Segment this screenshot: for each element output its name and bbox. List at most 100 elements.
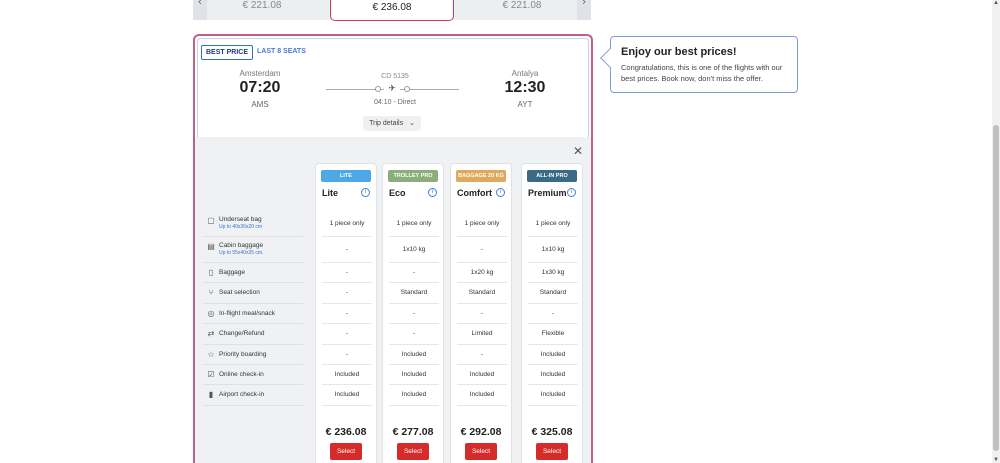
best-price-badge: BEST PRICE xyxy=(201,45,254,60)
fare-cell: - xyxy=(322,324,372,345)
fare-cell: Included xyxy=(528,345,578,365)
fare-badge: BAGGAGE 20 KG xyxy=(456,170,506,182)
fare-cells: 1 piece only -1x20 kg Standard - Limited - Inc… xyxy=(457,211,507,406)
close-icon[interactable]: ✕ xyxy=(573,144,583,158)
route-dot-start xyxy=(375,86,381,92)
popup-body: Congratulations, this is one of the flig… xyxy=(621,63,783,83)
flight-number: CD 5135 xyxy=(381,73,409,80)
fare-name: Lite xyxy=(322,188,339,198)
fare-cell: Standard xyxy=(528,283,578,304)
fare-cell: 1x10 kg xyxy=(389,237,439,263)
departure-code: AMS xyxy=(251,100,269,109)
popup-arrow xyxy=(600,48,620,68)
fare-cell: - xyxy=(322,304,372,325)
popup-title: Enjoy our best prices! xyxy=(621,46,737,58)
carousel-price-selected[interactable]: € 236.08 xyxy=(330,0,454,21)
carousel-prev-button[interactable]: ‹ xyxy=(193,0,207,20)
fare-cell: - xyxy=(322,263,372,284)
feature-label: Online check-in xyxy=(219,370,264,378)
fare-cell: Included xyxy=(389,385,439,406)
feature-row: ▤ Cabin baggage Up to 55x40x25 cm. xyxy=(203,237,303,263)
fare-column-eco[interactable]: TROLLEY PRO Eco i 1 piece only 1x10 kg - Stand… xyxy=(382,163,444,463)
fare-cell: - xyxy=(389,324,439,345)
online-checkin-icon: ☑ xyxy=(207,369,215,379)
feature-row: ▯ Baggage xyxy=(203,263,303,284)
fare-cell: 1 piece only xyxy=(457,211,507,237)
carousel-price-prev[interactable]: € 221.08 xyxy=(207,0,317,12)
info-icon[interactable]: i xyxy=(567,188,576,197)
info-icon[interactable]: i xyxy=(428,188,437,197)
feature-label: In-flight meal/snack xyxy=(219,309,275,317)
fare-cell: Flexible xyxy=(528,324,578,345)
fare-cell: 1x20 kg xyxy=(457,263,507,284)
fare-column-lite[interactable]: LITE Lite i 1 piece only - - - - - - Included Inclu… xyxy=(315,163,377,463)
fare-cell: Standard xyxy=(389,283,439,304)
feature-label: Cabin baggage xyxy=(219,242,264,249)
fare-cell: Included xyxy=(457,365,507,386)
carousel-next-button[interactable]: › xyxy=(577,0,591,20)
info-icon[interactable]: i xyxy=(361,188,370,197)
airport-checkin-icon: ▮ xyxy=(208,390,214,400)
fare-cell: Standard xyxy=(457,283,507,304)
fare-cell: 1 piece only xyxy=(389,211,439,237)
fare-price: € 292.08 xyxy=(460,426,502,438)
select-button[interactable]: Select xyxy=(397,443,429,460)
feature-label: Underseat bag xyxy=(219,216,262,223)
arrival-code: AYT xyxy=(517,100,533,109)
fare-cell: Limited xyxy=(457,324,507,345)
scroll-up-icon[interactable]: ▲ xyxy=(992,0,1000,6)
fare-cell: - xyxy=(457,304,507,325)
fare-cell: - xyxy=(389,304,439,325)
feature-row: ▢ Underseat bag Up to 40x30x20 cm xyxy=(203,211,303,237)
feature-sublabel: Up to 55x40x25 cm. xyxy=(219,250,264,256)
select-button[interactable]: Select xyxy=(465,443,497,460)
feature-label: Priority boarding xyxy=(219,350,267,358)
fare-cell: - xyxy=(322,345,372,365)
fare-badge: LITE xyxy=(321,170,371,182)
scrollbar[interactable]: ▲ ▼ xyxy=(992,0,1000,463)
scrollbar-thumb[interactable] xyxy=(993,125,999,451)
scroll-down-icon[interactable]: ▼ xyxy=(992,457,1000,463)
chevron-down-icon: ⌄ xyxy=(409,120,415,127)
feature-row: ⑂ Seat selection xyxy=(203,283,303,304)
info-icon[interactable]: i xyxy=(496,188,505,197)
fare-cell: Included xyxy=(528,385,578,406)
page: ‹ € 221.08 € 236.08 € 221.08 › BEST PRIC… xyxy=(0,0,1000,463)
fare-cells: 1 piece only - - - - - - Included Included xyxy=(322,211,372,406)
trip-details-label: Trip details xyxy=(369,120,404,127)
fare-price: € 277.08 xyxy=(392,426,434,438)
feature-row: ◎ In-flight meal/snack xyxy=(203,304,303,325)
fare-column-premium[interactable]: ALL-IN PRO Premium i 1 piece only 1x10 kg 1x3… xyxy=(521,163,583,463)
arrival-time: 12:30 xyxy=(504,79,546,96)
fare-cell: - xyxy=(457,345,507,365)
fare-cell: 1 piece only xyxy=(528,211,578,237)
fare-name: Eco xyxy=(389,188,406,198)
meal-icon: ◎ xyxy=(207,308,215,318)
fare-cell: Included xyxy=(389,345,439,365)
luggage-icon: ▯ xyxy=(208,268,214,277)
feature-row: ☑ Online check-in xyxy=(203,365,303,386)
refund-icon: ⇄ xyxy=(207,329,215,339)
seat-icon: ⑂ xyxy=(208,288,214,298)
fare-column-comfort[interactable]: BAGGAGE 20 KG Comfort i 1 piece only -1x20 k… xyxy=(450,163,512,463)
trip-details-button[interactable]: Trip details ⌄ xyxy=(363,116,421,131)
fare-cell: Included xyxy=(528,365,578,386)
date-carousel: ‹ € 221.08 € 236.08 € 221.08 › xyxy=(193,0,591,21)
select-button[interactable]: Select xyxy=(330,443,362,460)
feature-row: ☆ Priority boarding xyxy=(203,345,303,365)
carousel-price-next[interactable]: € 221.08 xyxy=(467,0,577,12)
bag-icon: ▢ xyxy=(207,216,215,225)
plane-icon: ✈ xyxy=(384,83,400,94)
select-button[interactable]: Select xyxy=(536,443,568,460)
fare-cell: - xyxy=(322,283,372,304)
fare-cells: 1 piece only 1x10 kg 1x30 kg Standard - Flexi… xyxy=(528,211,578,406)
suitcase-icon: ▤ xyxy=(207,242,215,251)
fare-name: Premium xyxy=(528,188,567,198)
fare-price: € 325.08 xyxy=(531,426,573,438)
feature-label: Change/Refund xyxy=(219,330,265,338)
feature-label: Baggage xyxy=(219,269,246,276)
fare-cell: Included xyxy=(322,385,372,406)
feature-list: ▢ Underseat bag Up to 40x30x20 cm ▤ Cabin ba… xyxy=(203,211,303,406)
arrival-city: Antalya xyxy=(511,69,539,78)
fare-cell: - xyxy=(322,237,372,263)
